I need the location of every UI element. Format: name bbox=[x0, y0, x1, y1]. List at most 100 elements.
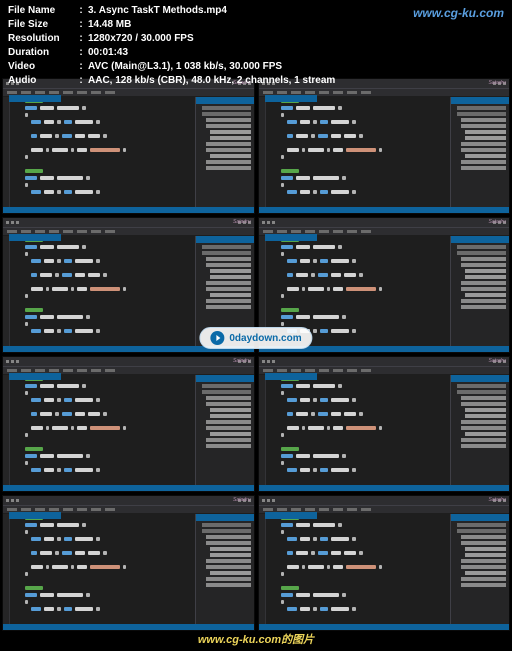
tree-item bbox=[206, 444, 251, 448]
tree-item bbox=[461, 396, 506, 400]
tree-item bbox=[202, 106, 251, 110]
separator: : bbox=[74, 46, 88, 60]
editor-gutter bbox=[3, 514, 10, 624]
tree-item bbox=[202, 529, 251, 533]
tree-item bbox=[465, 130, 506, 134]
ide-brand-label: Satadru bbox=[233, 219, 251, 225]
tree-item bbox=[457, 523, 506, 527]
tree-item bbox=[465, 432, 506, 436]
tree-item bbox=[206, 263, 251, 267]
ide-thumbnail: Satadru bbox=[2, 78, 255, 214]
solution-explorer-panel bbox=[450, 514, 509, 624]
tree-item bbox=[461, 565, 506, 569]
window-titlebar bbox=[259, 218, 510, 228]
duration-value: 00:01:43 bbox=[88, 46, 128, 60]
tree-item bbox=[210, 408, 251, 412]
ide-thumbnail: Satadru bbox=[2, 495, 255, 631]
ide-brand-label: Satadru bbox=[488, 80, 506, 86]
editor-gutter bbox=[3, 236, 10, 346]
editor-tab bbox=[9, 512, 61, 519]
solution-explorer-title bbox=[196, 514, 254, 521]
tree-item bbox=[465, 275, 506, 279]
tree-item bbox=[461, 444, 506, 448]
tree-item bbox=[461, 287, 506, 291]
editor-tab bbox=[265, 512, 317, 519]
file-name-value: 3. Async TaskT Methods.mp4 bbox=[88, 4, 227, 18]
tree-item bbox=[210, 269, 251, 273]
thumbnail-grid: Satadru Satadru Satadru Satadru Satadru Satad… bbox=[2, 78, 510, 631]
tree-item bbox=[461, 148, 506, 152]
tree-item bbox=[461, 426, 506, 430]
status-bar bbox=[259, 485, 510, 491]
tree-item bbox=[202, 384, 251, 388]
tree-item bbox=[461, 402, 506, 406]
tree-item bbox=[465, 571, 506, 575]
solution-explorer-panel bbox=[450, 375, 509, 485]
window-titlebar bbox=[259, 496, 510, 506]
tree-item bbox=[206, 535, 251, 539]
tree-item bbox=[461, 263, 506, 267]
code-editor bbox=[266, 514, 451, 624]
tree-item bbox=[465, 269, 506, 273]
tree-item bbox=[210, 154, 251, 158]
tree-item bbox=[457, 245, 506, 249]
editor-gutter bbox=[3, 97, 10, 207]
window-titlebar bbox=[3, 357, 254, 367]
status-bar bbox=[259, 624, 510, 630]
tree-item bbox=[206, 577, 251, 581]
media-info-block: File Name : 3. Async TaskT Methods.mp4 F… bbox=[8, 4, 335, 88]
file-size-value: 14.48 MB bbox=[88, 18, 131, 32]
editor-gutter bbox=[259, 514, 266, 624]
ide-brand-label: Satadru bbox=[488, 219, 506, 225]
ide-brand-label: Satadru bbox=[488, 358, 506, 364]
file-name-label: File Name bbox=[8, 4, 74, 18]
tree-item bbox=[206, 583, 251, 587]
tree-item bbox=[457, 384, 506, 388]
tree-item bbox=[202, 523, 251, 527]
window-titlebar bbox=[259, 357, 510, 367]
tree-item bbox=[461, 166, 506, 170]
tree-item bbox=[206, 420, 251, 424]
tree-item bbox=[461, 559, 506, 563]
tree-item bbox=[206, 166, 251, 170]
tree-item bbox=[461, 160, 506, 164]
tree-item bbox=[461, 438, 506, 442]
solution-explorer-title bbox=[196, 375, 254, 382]
tree-item bbox=[206, 118, 251, 122]
video-label: Video bbox=[8, 60, 74, 74]
ide-brand-label: Satadru bbox=[233, 497, 251, 503]
tree-item bbox=[206, 148, 251, 152]
tree-item bbox=[465, 154, 506, 158]
ide-thumbnail: Satadru bbox=[2, 356, 255, 492]
tree-item bbox=[206, 124, 251, 128]
tree-item bbox=[210, 432, 251, 436]
solution-explorer-title bbox=[451, 514, 509, 521]
code-editor bbox=[10, 375, 195, 485]
tree-item bbox=[202, 112, 251, 116]
editor-tab bbox=[9, 373, 61, 380]
tree-item bbox=[206, 438, 251, 442]
tree-item bbox=[457, 112, 506, 116]
tree-item bbox=[206, 541, 251, 545]
tree-item bbox=[465, 408, 506, 412]
tree-item bbox=[210, 136, 251, 140]
editor-tab bbox=[265, 234, 317, 241]
tree-item bbox=[206, 160, 251, 164]
watermark-top: www.cg-ku.com bbox=[413, 6, 504, 20]
tree-item bbox=[210, 547, 251, 551]
tree-item bbox=[461, 257, 506, 261]
tree-item bbox=[461, 535, 506, 539]
tree-item bbox=[465, 136, 506, 140]
tree-item bbox=[457, 106, 506, 110]
tree-item bbox=[457, 390, 506, 394]
center-watermark-text: 0daydown.com bbox=[229, 333, 301, 344]
tree-item bbox=[206, 299, 251, 303]
tree-item bbox=[210, 571, 251, 575]
separator: : bbox=[74, 74, 88, 88]
editor-tab bbox=[9, 95, 61, 102]
duration-label: Duration bbox=[8, 46, 74, 60]
editor-gutter bbox=[259, 97, 266, 207]
editor-gutter bbox=[3, 375, 10, 485]
ide-brand-label: Satadru bbox=[488, 497, 506, 503]
tree-item bbox=[206, 402, 251, 406]
